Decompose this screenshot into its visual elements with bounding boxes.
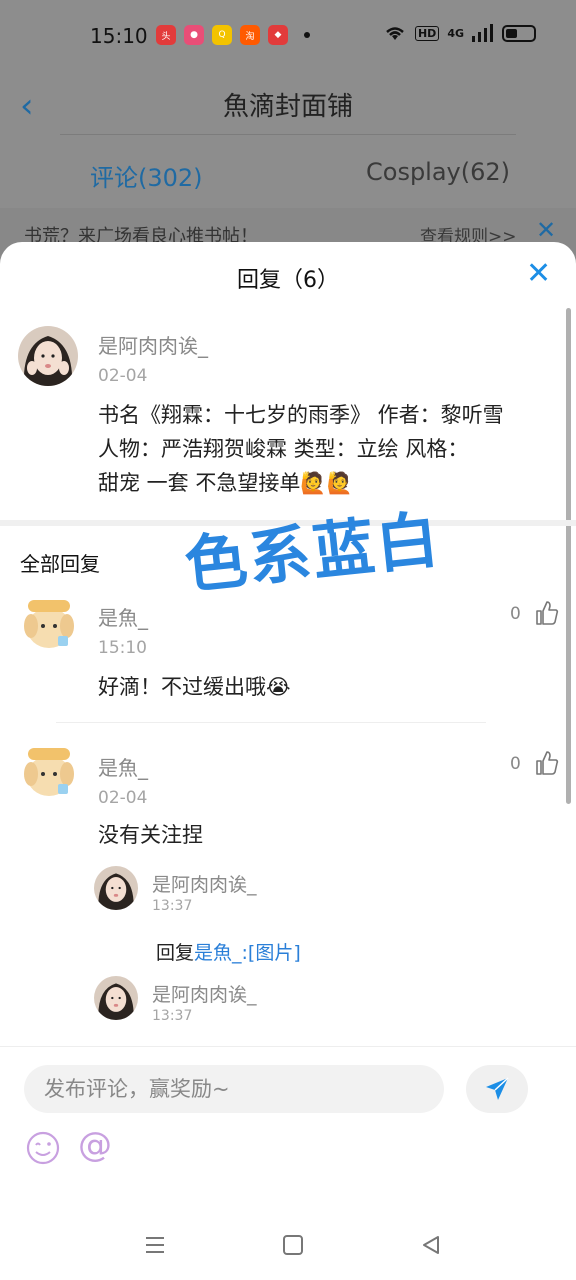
comment-line: 甜宠 一套 不急望接单🙋🙋 — [98, 471, 353, 495]
tab-cosplay[interactable]: Cosplay(62) — [366, 158, 510, 186]
reply-text: 没有关注捏 — [98, 823, 203, 847]
avatar[interactable] — [18, 740, 80, 802]
send-button[interactable] — [466, 1065, 528, 1113]
header-divider — [60, 134, 516, 135]
avatar[interactable] — [94, 976, 138, 1020]
status-time: 15:10 — [90, 24, 148, 48]
status-app-icons: 头 ● Q 淘 ◆ — [156, 25, 310, 45]
reply-prefix: 回复 — [156, 942, 195, 964]
reply-date: 02-04 — [98, 788, 148, 808]
comment-composer: @ — [0, 1046, 576, 1208]
image-link[interactable]: [图片] — [248, 942, 301, 964]
comment-input-box[interactable] — [24, 1065, 444, 1113]
reply-text: 好滴！不过缓出哦😭 — [98, 675, 291, 699]
comment-input[interactable] — [44, 1065, 424, 1113]
reply-divider — [56, 722, 486, 723]
battery-icon — [502, 24, 536, 42]
hd-badge: HD — [414, 25, 440, 41]
all-replies-title: 全部回复 — [20, 552, 100, 576]
signal-icon — [472, 24, 493, 42]
avatar[interactable] — [18, 592, 80, 654]
avatar[interactable] — [18, 326, 78, 386]
sub-reply-time: 13:37 — [152, 898, 193, 914]
send-icon — [486, 1077, 509, 1100]
comment-username[interactable]: 是阿肉肉诶_ — [98, 330, 208, 359]
tab-comments[interactable]: 评论(302) — [90, 158, 203, 193]
sub-reply-username[interactable]: 是阿肉肉诶_ — [152, 870, 257, 897]
sub-reply-content: 回复是魚_:[图片] — [156, 938, 301, 965]
at-icon[interactable]: @ — [78, 1125, 112, 1165]
comment-line: 人物：严浩翔贺峻霖 类型：立绘 风格： — [98, 437, 469, 461]
wifi-icon — [386, 27, 404, 40]
like-count: 0 — [510, 754, 521, 774]
app-notify-icon: ● — [184, 25, 204, 45]
sub-reply-time: 13:37 — [152, 1008, 193, 1024]
scrollbar[interactable] — [566, 308, 571, 804]
notice-close-icon[interactable]: ✕ — [536, 216, 556, 244]
background-page: ‹ 魚滴封面铺 评论(302) Cosplay(62) 书荒？来广场看良心推书帖… — [0, 56, 576, 256]
status-bar: 15:10 头 ● Q 淘 ◆ HD 4G — [0, 0, 576, 56]
taobao-app-icon: 淘 — [240, 25, 260, 45]
emoji-icon[interactable] — [26, 1131, 60, 1165]
reply-time: 15:10 — [98, 638, 147, 658]
back-nav-icon[interactable] — [420, 1234, 442, 1256]
thumb-up-icon[interactable] — [534, 600, 560, 626]
reply-username[interactable]: 是魚_ — [98, 752, 148, 781]
comment-date: 02-04 — [98, 366, 148, 386]
handwritten-watermark: 色系蓝白 — [181, 502, 444, 603]
close-icon[interactable]: ✕ — [526, 256, 551, 291]
reply-username[interactable]: 是魚_ — [98, 602, 148, 631]
like-count: 0 — [510, 604, 521, 624]
menu-icon[interactable] — [144, 1234, 166, 1256]
more-notifications-dot — [304, 32, 310, 38]
page-title: 魚滴封面铺 — [222, 92, 353, 122]
system-nav-bar — [0, 1208, 576, 1280]
home-icon[interactable] — [282, 1234, 304, 1256]
sub-reply-username[interactable]: 是阿肉肉诶_ — [152, 980, 257, 1007]
reply-target-link[interactable]: 是魚_: — [194, 942, 248, 964]
toutiao-app-icon: 头 — [156, 25, 176, 45]
app-notify-icon-3: ◆ — [268, 25, 288, 45]
network-type: 4G — [447, 26, 464, 40]
app-notify-icon-2: Q — [212, 25, 232, 45]
comment-line: 书名《翔霖：十七岁的雨季》 作者：黎听雪 — [98, 403, 504, 427]
comment-body: 书名《翔霖：十七岁的雨季》 作者：黎听雪 人物：严浩翔贺峻霖 类型：立绘 风格：… — [98, 398, 558, 500]
status-right: HD 4G — [383, 24, 536, 42]
sheet-title: 回复（6） — [237, 268, 339, 293]
avatar[interactable] — [94, 866, 138, 910]
thumb-up-icon[interactable] — [534, 750, 560, 776]
